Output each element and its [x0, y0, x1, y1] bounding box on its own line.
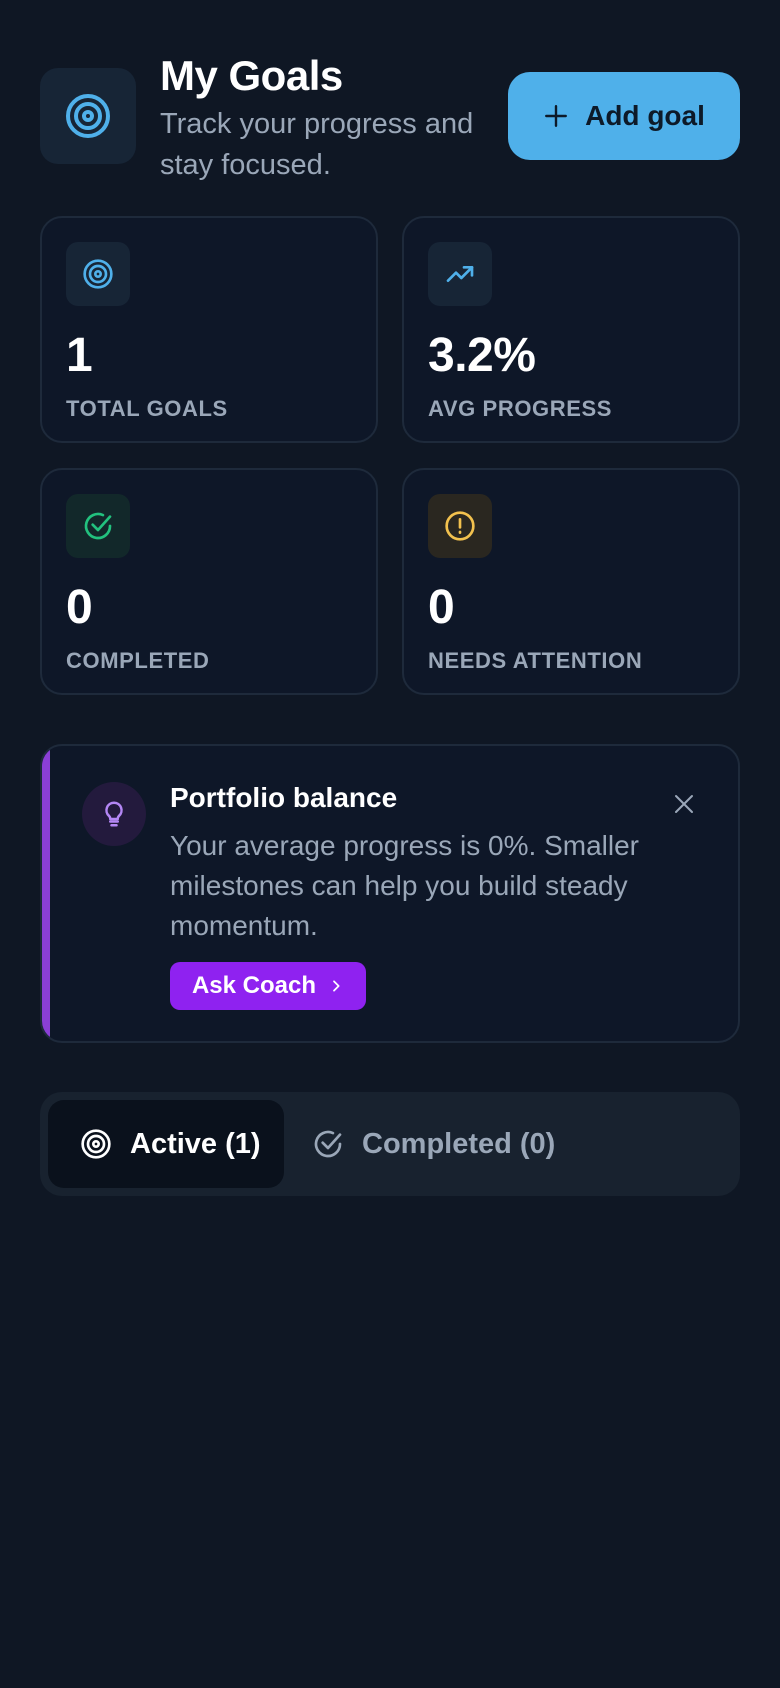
stat-label: TOTAL GOALS	[66, 396, 228, 421]
banner-accent-bar	[42, 746, 50, 1041]
tab-active[interactable]: Active (1)	[48, 1100, 284, 1188]
stat-value: 0	[428, 581, 455, 634]
close-icon[interactable]	[666, 786, 702, 822]
stat-card-needs-attention: 0 NEEDS ATTENTION	[402, 468, 740, 695]
stat-label: AVG PROGRESS	[428, 396, 613, 421]
stat-label: NEEDS ATTENTION	[428, 648, 643, 673]
goal-tabs: Active (1) Completed (0)	[40, 1092, 740, 1196]
tab-completed[interactable]: Completed (0)	[312, 1100, 612, 1188]
add-goal-button[interactable]: Add goal	[508, 72, 740, 160]
chevron-right-icon	[333, 980, 340, 992]
stat-value: 0	[66, 581, 93, 634]
stat-card-total-goals: 1 TOTAL GOALS	[40, 216, 378, 443]
stat-card-avg-progress: 3.2% AVG PROGRESS	[402, 216, 740, 443]
stat-label: COMPLETED	[66, 648, 210, 673]
stat-value: 1	[66, 329, 93, 382]
ask-coach-button[interactable]: Ask Coach	[170, 962, 366, 1010]
page-subtitle: Track your progress and stay focused.	[160, 108, 474, 181]
header-target-icon	[40, 68, 136, 164]
goals-page: My Goals Track your progress and stay fo…	[0, 0, 780, 1688]
target-icon	[66, 242, 130, 306]
insight-body: Your average progress is 0%. Smaller mil…	[170, 830, 639, 941]
alert-circle-icon	[428, 494, 492, 558]
plus-icon	[545, 105, 568, 127]
tab-completed-label: Completed (0)	[362, 1127, 556, 1160]
add-goal-label: Add goal	[585, 100, 705, 131]
ask-coach-label: Ask Coach	[191, 972, 317, 999]
insight-banner: Portfolio balance Your average progress …	[40, 744, 740, 1043]
page-title: My Goals	[160, 52, 343, 99]
target-icon	[81, 1129, 111, 1159]
stat-card-completed: 0 COMPLETED	[40, 468, 378, 695]
insight-title: Portfolio balance	[170, 782, 398, 813]
stat-value: 3.2%	[428, 329, 536, 382]
check-circle-icon	[314, 1130, 342, 1158]
tab-active-label: Active (1)	[130, 1127, 261, 1160]
trending-up-icon	[428, 242, 492, 306]
lightbulb-icon	[82, 782, 146, 846]
check-circle-icon	[66, 494, 130, 558]
